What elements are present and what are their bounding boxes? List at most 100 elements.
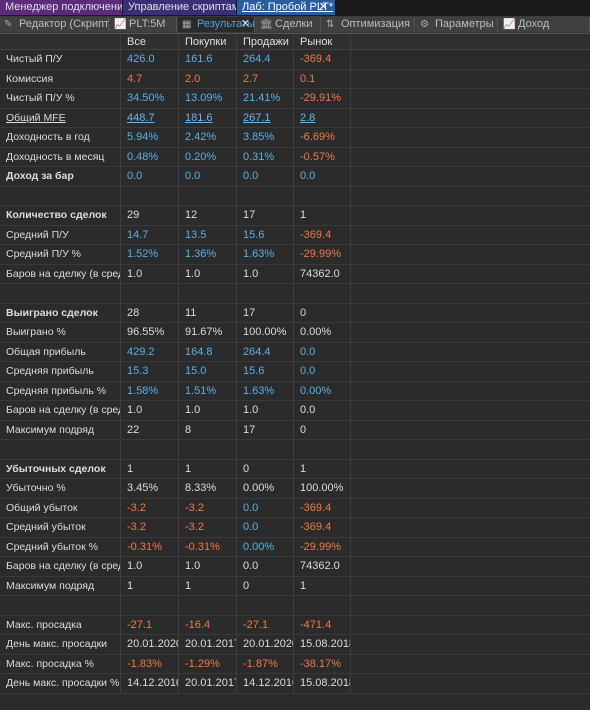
table-cell: 0.1 <box>294 69 351 88</box>
table-cell: 1.0 <box>121 264 179 283</box>
column-header-sells[interactable]: Продажи <box>237 34 294 49</box>
table-cell <box>237 284 294 303</box>
row-label: Общий убыток <box>0 498 121 517</box>
table-cell[interactable]: 267.1 <box>237 108 294 127</box>
row-label: Макс. просадка <box>0 615 121 634</box>
window-tab-connection-manager[interactable]: Менеджер подключений <box>0 0 122 15</box>
table-cell: 3.85% <box>237 128 294 147</box>
row-label: Средний убыток <box>0 518 121 537</box>
tab-income[interactable]: 📈 Доход <box>499 17 590 32</box>
table-cell: 15.6 <box>237 225 294 244</box>
table-cell: 1 <box>294 206 351 225</box>
table-cell[interactable]: 448.7 <box>121 108 179 127</box>
close-icon[interactable]: ✕ <box>319 0 328 15</box>
table-cell: 96.55% <box>121 323 179 342</box>
tab-trades[interactable]: 🏛 Сделки <box>256 17 321 32</box>
row-label: Макс. просадка % <box>0 654 121 673</box>
window-tab-bar: Менеджер подключений Управление скриптам… <box>0 0 590 16</box>
table-cell: 0 <box>294 303 351 322</box>
table-cell: -27.1 <box>237 615 294 634</box>
column-header-all[interactable]: Все <box>121 34 179 49</box>
window-tab-lab[interactable]: Лаб: Пробой PLT* ✕ <box>237 0 335 15</box>
table-icon: ▦ <box>182 19 192 30</box>
table-cell <box>237 596 294 615</box>
table-cell: 2.42% <box>179 128 237 147</box>
table-cell: 1.0 <box>179 557 237 576</box>
tab-chart[interactable]: 📈 PLT:5M <box>110 17 177 32</box>
table-cell: 8.33% <box>179 479 237 498</box>
tab-label: Параметры <box>435 18 494 30</box>
tab-results[interactable]: ▦ Результаты ✕ <box>178 17 255 32</box>
table-cell: 15.0 <box>179 362 237 381</box>
table-cell: 0.0 <box>294 167 351 186</box>
table-row: Убыточных сделок 1 1 0 1 <box>0 459 590 479</box>
table-cell: 15.3 <box>121 362 179 381</box>
filler-cell <box>351 304 590 323</box>
table-cell: 0.0 <box>237 518 294 537</box>
filler-cell <box>351 148 590 167</box>
table-cell: 14.7 <box>121 225 179 244</box>
table-cell: 91.67% <box>179 323 237 342</box>
window-tab-script-manager[interactable]: Управление скриптами <box>123 0 236 15</box>
table-cell: 34.50% <box>121 89 179 108</box>
table-cell: 1.51% <box>179 381 237 400</box>
table-cell: 1.0 <box>237 264 294 283</box>
row-label: Убыточных сделок <box>0 459 121 478</box>
row-label: Чистый П/У % <box>0 89 121 108</box>
table-cell: -29.99% <box>294 245 351 264</box>
filler-cell <box>351 206 590 225</box>
table-cell[interactable]: 181.6 <box>179 108 237 127</box>
table-row: Чистый П/У 426.0 161.6 264.4 -369.4 <box>0 50 590 70</box>
table-cell: 0.31% <box>237 147 294 166</box>
table-cell: 2.7 <box>237 69 294 88</box>
column-header-market[interactable]: Рынок <box>294 34 351 49</box>
table-row <box>0 440 590 460</box>
filler-cell <box>351 616 590 635</box>
tab-label: PLT:5M <box>129 18 166 30</box>
column-header[interactable] <box>0 34 121 49</box>
table-cell: 20.01.2020 <box>237 635 294 654</box>
tab-editor[interactable]: ✎ Редактор (Скрипт) <box>0 17 113 32</box>
tab-parameters[interactable]: ⚙ Параметры <box>416 17 498 32</box>
row-label[interactable]: Общий MFE <box>0 108 121 127</box>
table-cell: 0.0 <box>237 557 294 576</box>
table-row: Средняя прибыль % 1.58% 1.51% 1.63% 0.00% <box>0 381 590 401</box>
filler-cell <box>351 343 590 362</box>
table-row: Убыточно % 3.45% 8.33% 0.00% 100.00% <box>0 479 590 499</box>
table-cell: 5.94% <box>121 128 179 147</box>
row-label: Баров на сделку (в среднем) <box>0 264 121 283</box>
gear-icon: ⚙ <box>420 19 429 30</box>
chart-icon: 📈 <box>503 19 516 30</box>
table-cell: 0.00% <box>237 537 294 556</box>
window-tab-label: Менеджер подключений <box>5 1 122 13</box>
table-cell: 0.00% <box>294 323 351 342</box>
table-cell: -1.29% <box>179 654 237 673</box>
filler-cell <box>351 596 590 615</box>
row-label: Средняя прибыль <box>0 362 121 381</box>
table-cell: -27.1 <box>121 615 179 634</box>
table-cell <box>121 186 179 205</box>
filler-cell <box>351 577 590 596</box>
table-cell: -0.57% <box>294 147 351 166</box>
table-cell: 15.6 <box>237 362 294 381</box>
table-row: Количество сделок 29 12 17 1 <box>0 206 590 226</box>
table-cell: 161.6 <box>179 50 237 69</box>
table-cell: 1 <box>294 459 351 478</box>
table-cell: 426.0 <box>121 50 179 69</box>
row-label: Доходность в месяц <box>0 147 121 166</box>
table-cell: 1.0 <box>121 557 179 576</box>
table-cell: 14.12.2016 <box>121 674 179 693</box>
table-cell <box>237 440 294 459</box>
table-cell[interactable]: 2.8 <box>294 108 351 127</box>
filler-cell <box>351 479 590 498</box>
filler-cell <box>351 460 590 479</box>
table-cell: 17 <box>237 206 294 225</box>
tab-optimization[interactable]: ⇅ Оптимизация <box>322 17 415 32</box>
table-cell: 0.20% <box>179 147 237 166</box>
table-cell: 100.00% <box>237 323 294 342</box>
table-cell: 20.01.2020 <box>121 635 179 654</box>
column-header-buys[interactable]: Покупки <box>179 34 237 49</box>
table-cell: -369.4 <box>294 50 351 69</box>
table-cell: -38.17% <box>294 654 351 673</box>
close-icon[interactable]: ✕ <box>241 17 250 32</box>
